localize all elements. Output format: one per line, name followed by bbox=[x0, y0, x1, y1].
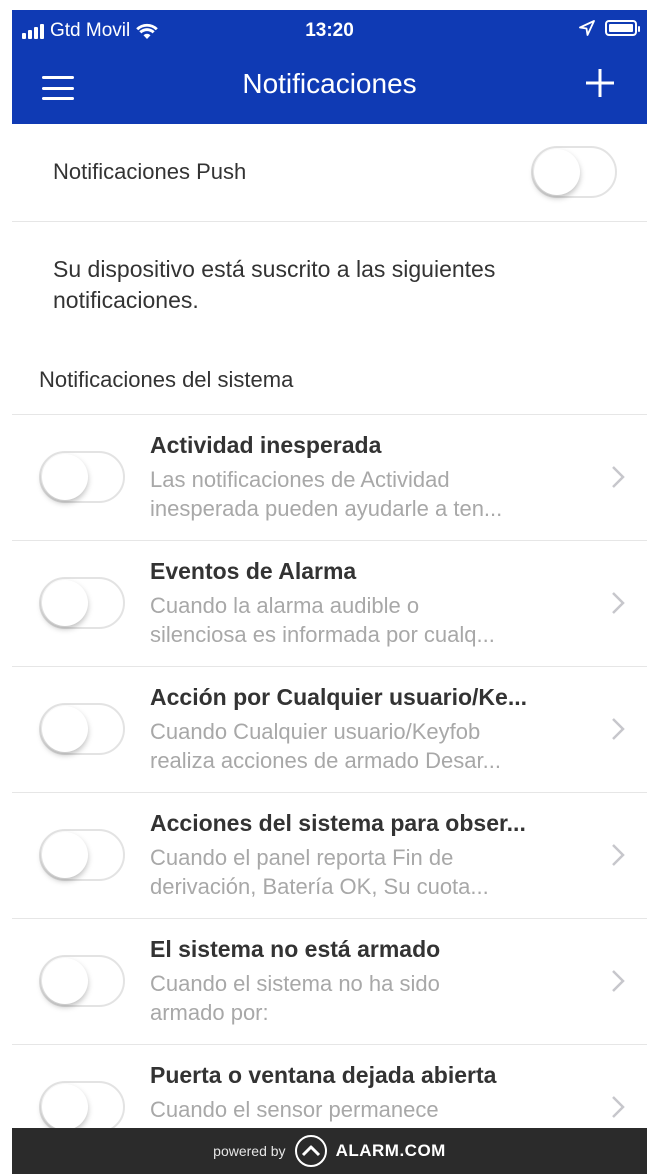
notification-title: Puerta o ventana dejada abierta bbox=[150, 1062, 497, 1088]
list-item[interactable]: Acción por Cualquier usuario/Ke... Cuand… bbox=[12, 667, 647, 793]
list-item[interactable]: El sistema no está armado Cuando el sist… bbox=[12, 919, 647, 1045]
chevron-right-icon bbox=[612, 718, 625, 740]
notification-toggle[interactable] bbox=[39, 451, 125, 503]
notification-title: El sistema no está armado bbox=[150, 936, 441, 962]
notification-title: Acción por Cualquier usuario/Ke... bbox=[150, 684, 528, 710]
notification-toggle[interactable] bbox=[39, 577, 125, 629]
chevron-right-icon bbox=[612, 592, 625, 614]
notification-description: Cuando Cualquier usuario/Keyfob realiza a… bbox=[150, 719, 501, 773]
notification-title: Acciones del sistema para obser... bbox=[150, 810, 526, 836]
brand-name: ALARM.COM bbox=[335, 1141, 446, 1160]
powered-by-label: powered by bbox=[213, 1143, 286, 1159]
chevron-right-icon bbox=[612, 844, 625, 866]
clock: 13:20 bbox=[305, 20, 354, 41]
notification-title: Eventos de Alarma bbox=[150, 558, 357, 584]
chevron-right-icon bbox=[612, 466, 625, 488]
push-notifications-toggle[interactable] bbox=[531, 146, 617, 198]
location-arrow-icon bbox=[579, 20, 595, 36]
list-item[interactable]: Eventos de Alarma Cuando la alarma audib… bbox=[12, 541, 647, 667]
notification-toggle[interactable] bbox=[39, 1081, 125, 1133]
nav-bar: Notificaciones bbox=[12, 52, 647, 124]
section-title: Notificaciones del sistema bbox=[39, 367, 294, 392]
notification-toggle[interactable] bbox=[39, 829, 125, 881]
chevron-right-icon bbox=[612, 970, 625, 992]
notification-description: Cuando el panel reporta Fin de derivación… bbox=[150, 845, 489, 899]
list-item[interactable]: Actividad inesperada Las notificaciones … bbox=[12, 415, 647, 541]
notification-list: Actividad inesperada Las notificaciones … bbox=[12, 414, 647, 1171]
battery-icon bbox=[605, 20, 640, 36]
status-bar: Gtd Movil 13:20 bbox=[12, 10, 647, 52]
notification-description: Cuando la alarma audible o silenciosa es … bbox=[150, 593, 495, 647]
alarm-com-logo-icon bbox=[294, 1135, 327, 1167]
notification-description: Cuando el sistema no ha sido armado por: bbox=[150, 971, 440, 1025]
status-icons bbox=[579, 20, 640, 36]
push-notifications-row: Notificaciones Push bbox=[12, 124, 647, 222]
notification-toggle[interactable] bbox=[39, 703, 125, 755]
chevron-right-icon bbox=[612, 1096, 625, 1118]
plus-icon[interactable] bbox=[583, 66, 617, 100]
push-notifications-label: Notificaciones Push bbox=[53, 159, 247, 184]
notification-toggle[interactable] bbox=[39, 955, 125, 1007]
footer-bar: powered by ALARM.COM bbox=[12, 1128, 647, 1174]
subscription-info-text: Su dispositivo está suscrito a las sigui… bbox=[53, 256, 496, 313]
page-title: Notificaciones bbox=[242, 68, 417, 99]
notification-title: Actividad inesperada bbox=[150, 432, 382, 458]
list-item[interactable]: Acciones del sistema para obser... Cuand… bbox=[12, 793, 647, 919]
notification-description: Las notificaciones de Actividad inesperad… bbox=[150, 467, 503, 521]
app-screen: Gtd Movil 13:20 Notificaciones Notificac… bbox=[12, 10, 647, 1174]
notification-description: Cuando el sensor permanece bbox=[150, 1097, 439, 1122]
